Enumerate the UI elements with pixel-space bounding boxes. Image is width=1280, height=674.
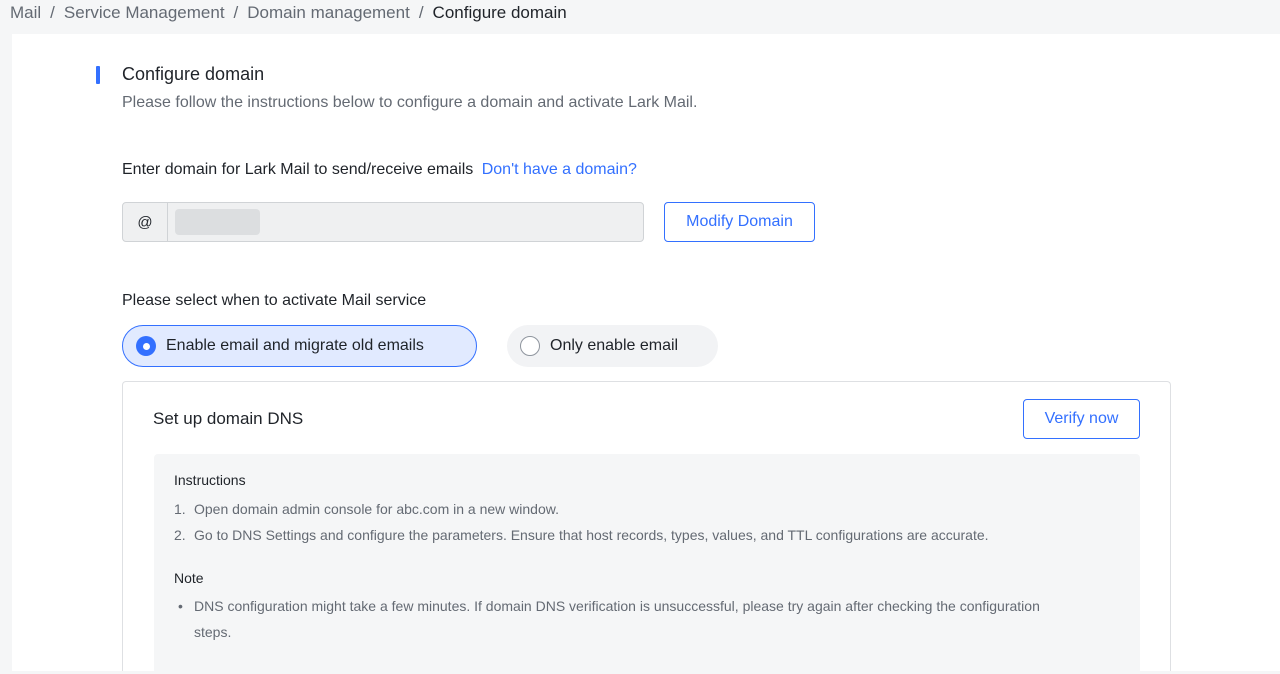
note-item: • DNS configuration might take a few min…	[174, 593, 1054, 645]
section-accent-bar	[96, 66, 100, 84]
option-only-enable[interactable]: Only enable email	[507, 325, 718, 367]
breadcrumb-mail[interactable]: Mail	[10, 3, 41, 23]
breadcrumb-service-management[interactable]: Service Management	[64, 3, 225, 23]
breadcrumb-separator: /	[233, 3, 239, 22]
modify-domain-button[interactable]: Modify Domain	[664, 202, 815, 242]
option-enable-and-migrate[interactable]: Enable email and migrate old emails	[122, 325, 477, 367]
instructions-box: Instructions 1. Open domain admin console…	[154, 454, 1140, 674]
step-number: 1.	[174, 501, 186, 517]
domain-input[interactable]: @	[122, 202, 644, 242]
step-number: 2.	[174, 527, 186, 543]
no-domain-link[interactable]: Don't have a domain?	[482, 161, 637, 178]
dns-setup-panel: Set up domain DNS Verify now Instruction…	[122, 381, 1171, 674]
domain-label-text: Enter domain for Lark Mail to send/recei…	[122, 161, 474, 178]
breadcrumb-separator: /	[50, 3, 55, 22]
breadcrumb-current: Configure domain	[432, 3, 567, 22]
bullet-icon: •	[178, 598, 183, 614]
instruction-step: 2. Go to DNS Settings and configure the p…	[174, 522, 989, 548]
breadcrumb-domain-management[interactable]: Domain management	[247, 3, 410, 23]
domain-value-redacted	[175, 209, 260, 235]
domain-field-label: Enter domain for Lark Mail to send/recei…	[122, 161, 637, 179]
breadcrumb-separator: /	[418, 3, 424, 22]
activation-label: Please select when to activate Mail serv…	[122, 292, 427, 309]
option-label: Only enable email	[550, 337, 679, 354]
instructions-heading: Instructions	[174, 472, 246, 488]
step-text: Go to DNS Settings and configure the par…	[194, 527, 989, 543]
page-description: Please follow the instructions below to …	[122, 94, 698, 111]
configure-domain-card: Configure domain Please follow the instr…	[12, 34, 1280, 674]
radio-unchecked-icon	[520, 336, 540, 356]
at-prefix: @	[123, 203, 168, 241]
step-text: Open domain admin console for abc.com in…	[194, 501, 559, 517]
breadcrumb: Mail / Service Management / Domain manag…	[10, 0, 567, 26]
page-title: Configure domain	[122, 64, 265, 84]
dns-title: Set up domain DNS	[153, 409, 304, 428]
note-heading: Note	[174, 570, 204, 586]
instruction-step: 1. Open domain admin console for abc.com …	[174, 496, 559, 522]
option-label: Enable email and migrate old emails	[166, 337, 424, 354]
radio-checked-icon	[136, 336, 156, 356]
note-text: DNS configuration might take a few minut…	[194, 598, 1040, 640]
verify-now-button[interactable]: Verify now	[1023, 399, 1140, 439]
